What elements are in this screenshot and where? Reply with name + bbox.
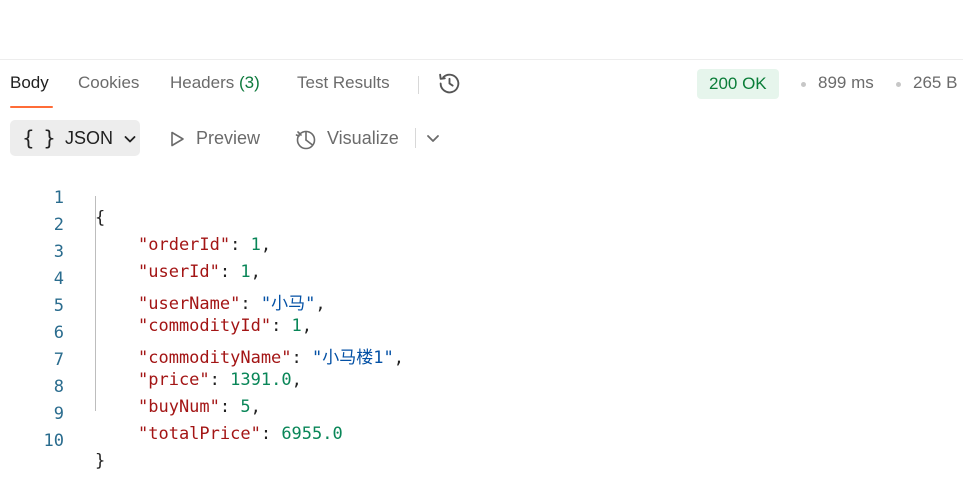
format-label: JSON: [65, 128, 114, 148]
chevron-down-icon: [124, 136, 136, 143]
response-size[interactable]: 265 B: [913, 73, 957, 93]
visualize-label: Visualize: [327, 128, 399, 148]
active-tab-indicator: [10, 106, 53, 108]
chevron-down-icon[interactable]: [423, 128, 443, 148]
code-line: 10 }: [0, 411, 963, 471]
visualize-button[interactable]: Visualize: [293, 120, 408, 156]
indent-guide: [95, 196, 96, 411]
history-icon[interactable]: [437, 71, 462, 96]
format-select[interactable]: { } JSON: [10, 120, 140, 156]
braces-icon: { }: [22, 126, 57, 150]
response-tabbar: Body Cookies Headers (3) Test Results 20…: [0, 60, 963, 108]
tab-separator: [418, 76, 419, 94]
code-line: 8 "buyNum": 5,: [0, 357, 963, 417]
preview-button[interactable]: Preview: [165, 120, 275, 156]
code-line: 6 "commodityName": "小马楼1",: [0, 303, 963, 368]
tab-headers-count: (3): [239, 73, 260, 92]
meta-dot: [801, 82, 806, 87]
tab-headers[interactable]: Headers (3): [170, 73, 260, 93]
tab-test-results[interactable]: Test Results: [297, 73, 390, 93]
toolbar-separator: [415, 128, 416, 148]
visualize-icon: [295, 130, 316, 150]
code-line: 3 "userId": 1,: [0, 222, 963, 282]
close-brace: }: [95, 451, 106, 471]
code-line: 2 "orderId": 1,: [0, 195, 963, 255]
line-number: 10: [43, 431, 64, 451]
code-line: 4 "userName": "小马",: [0, 249, 963, 314]
code-line: 1 {: [0, 168, 963, 228]
code-line: 7 "price": 1391.0,: [0, 330, 963, 390]
tab-cookies[interactable]: Cookies: [78, 73, 139, 93]
response-time[interactable]: 899 ms: [818, 73, 874, 93]
tab-headers-label: Headers: [170, 73, 235, 92]
preview-label: Preview: [196, 128, 261, 148]
status-badge[interactable]: 200 OK: [697, 69, 779, 99]
code-line: 5 "commodityId": 1,: [0, 276, 963, 336]
tab-body[interactable]: Body: [10, 73, 49, 93]
code-line: 9 "totalPrice": 6955.0: [0, 384, 963, 444]
meta-dot: [896, 82, 901, 87]
play-icon: [171, 131, 184, 147]
